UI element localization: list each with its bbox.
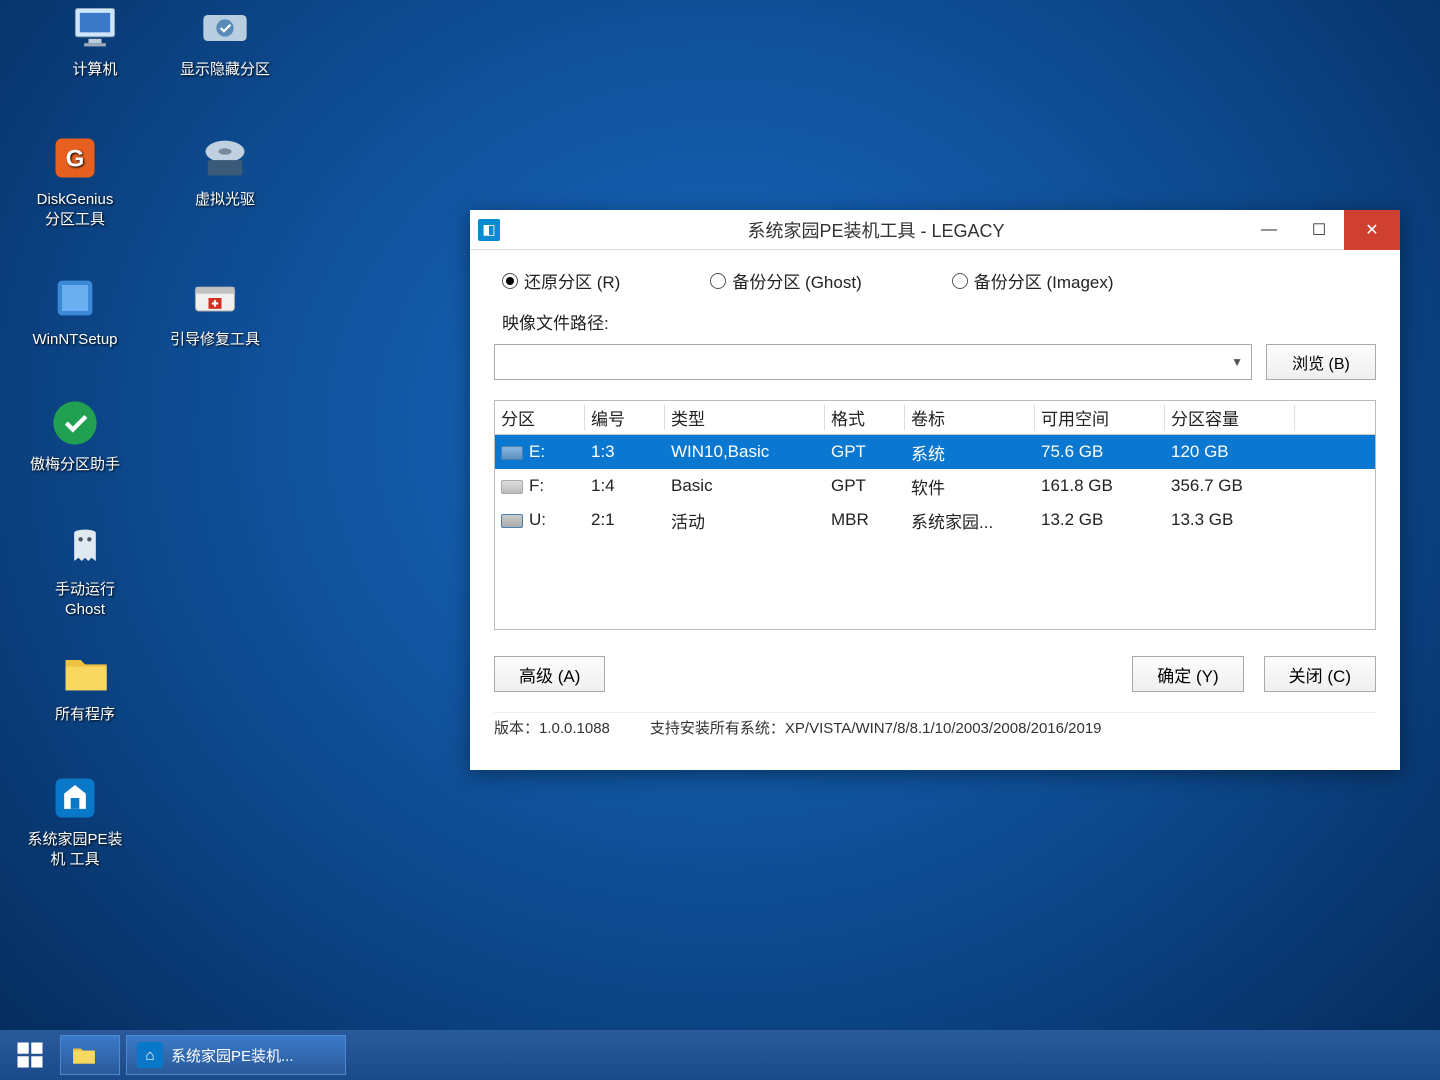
desktop-icon-bootrepair[interactable]: 引导修复工具: [160, 270, 270, 350]
taskbar: ⌂ 系统家园PE装机...: [0, 1030, 1440, 1080]
disk-icon: [501, 514, 523, 528]
start-button[interactable]: [6, 1035, 54, 1075]
version-label: 版本：1.0.0.1088: [494, 717, 610, 738]
showhidden-icon: [197, 0, 253, 56]
radio-backup-imagex[interactable]: 备份分区 (Imagex): [952, 268, 1114, 293]
desktop-icon-label: 虚拟光驱: [170, 190, 280, 210]
desktop-icon-allprograms[interactable]: 所有程序: [30, 645, 140, 725]
desktop-icon-label: 显示隐藏分区: [170, 60, 280, 80]
computer-icon: [67, 0, 123, 56]
taskbar-app-petool[interactable]: ⌂ 系统家园PE装机...: [126, 1035, 346, 1075]
desktop-icon-label: WinNTSetup: [20, 330, 130, 350]
diskgenius-icon: G: [47, 130, 103, 186]
desktop-icon-aomei[interactable]: 傲梅分区助手: [20, 395, 130, 475]
image-path-combo[interactable]: ▼: [494, 344, 1252, 380]
advanced-button[interactable]: 高级 (A): [494, 656, 605, 692]
disk-icon: [501, 446, 523, 460]
minimize-button[interactable]: —: [1244, 210, 1294, 250]
close-dialog-button[interactable]: 关闭 (C): [1264, 656, 1376, 692]
aomei-icon: [47, 395, 103, 451]
winntsetup-icon: [47, 270, 103, 326]
desktop-icon-diskgenius[interactable]: G DiskGenius分区工具: [20, 130, 130, 229]
radio-backup-ghost[interactable]: 备份分区 (Ghost): [710, 268, 861, 293]
col-number[interactable]: 编号: [585, 405, 665, 430]
partition-table: 分区 编号 类型 格式 卷标 可用空间 分区容量 E:1:3WIN10,Basi…: [494, 400, 1376, 630]
support-label: 支持安装所有系统：XP/VISTA/WIN7/8/8.1/10/2003/200…: [650, 717, 1102, 738]
desktop-icon-winntsetup[interactable]: WinNTSetup: [20, 270, 130, 350]
col-partition[interactable]: 分区: [495, 405, 585, 430]
chevron-down-icon: ▼: [1231, 355, 1243, 369]
app-icon: ◧: [478, 219, 500, 241]
desktop-icon-label: 手动运行Ghost: [30, 580, 140, 619]
col-capacity[interactable]: 分区容量: [1165, 405, 1295, 430]
taskbar-explorer[interactable]: [60, 1035, 120, 1075]
desktop-icon-ghost[interactable]: 手动运行Ghost: [30, 520, 140, 619]
allprograms-icon: [57, 645, 113, 701]
disk-icon: [501, 480, 523, 494]
petool-icon: [47, 770, 103, 826]
desktop-icon-petool[interactable]: 系统家园PE装机 工具: [20, 770, 130, 869]
pe-tool-window: ◧ 系统家园PE装机工具 - LEGACY — ☐ ✕ 还原分区 (R) 备份分…: [470, 210, 1400, 770]
desktop-icon-label: DiskGenius分区工具: [20, 190, 130, 229]
maximize-button[interactable]: ☐: [1294, 210, 1344, 250]
bootrepair-icon: [187, 270, 243, 326]
desktop-icon-label: 计算机: [40, 60, 150, 80]
col-type[interactable]: 类型: [665, 405, 825, 430]
titlebar[interactable]: ◧ 系统家园PE装机工具 - LEGACY — ☐ ✕: [470, 210, 1400, 250]
virtualcd-icon: [197, 130, 253, 186]
col-format[interactable]: 格式: [825, 405, 905, 430]
desktop-icon-label: 傲梅分区助手: [20, 455, 130, 475]
browse-button[interactable]: 浏览 (B): [1266, 344, 1376, 380]
table-row[interactable]: U:2:1活动MBR系统家园...13.2 GB13.3 GB: [495, 503, 1375, 537]
table-row[interactable]: E:1:3WIN10,BasicGPT系统75.6 GB120 GB: [495, 435, 1375, 469]
image-path-label: 映像文件路径:: [494, 309, 609, 334]
table-header: 分区 编号 类型 格式 卷标 可用空间 分区容量: [495, 401, 1375, 435]
desktop-icon-label: 引导修复工具: [160, 330, 270, 350]
col-free[interactable]: 可用空间: [1035, 405, 1165, 430]
radio-restore[interactable]: 还原分区 (R): [502, 268, 620, 293]
desktop-icon-computer[interactable]: 计算机: [40, 0, 150, 80]
desktop-icon-showhidden[interactable]: 显示隐藏分区: [170, 0, 280, 80]
col-label[interactable]: 卷标: [905, 405, 1035, 430]
window-title: 系统家园PE装机工具 - LEGACY: [508, 217, 1244, 243]
close-button[interactable]: ✕: [1344, 210, 1400, 250]
svg-text:G: G: [66, 146, 85, 173]
desktop-icon-label: 所有程序: [30, 705, 140, 725]
ok-button[interactable]: 确定 (Y): [1132, 656, 1243, 692]
table-row[interactable]: F:1:4BasicGPT软件161.8 GB356.7 GB: [495, 469, 1375, 503]
ghost-icon: [57, 520, 113, 576]
desktop-icon-label: 系统家园PE装机 工具: [20, 830, 130, 869]
desktop-icon-virtualcd[interactable]: 虚拟光驱: [170, 130, 280, 210]
